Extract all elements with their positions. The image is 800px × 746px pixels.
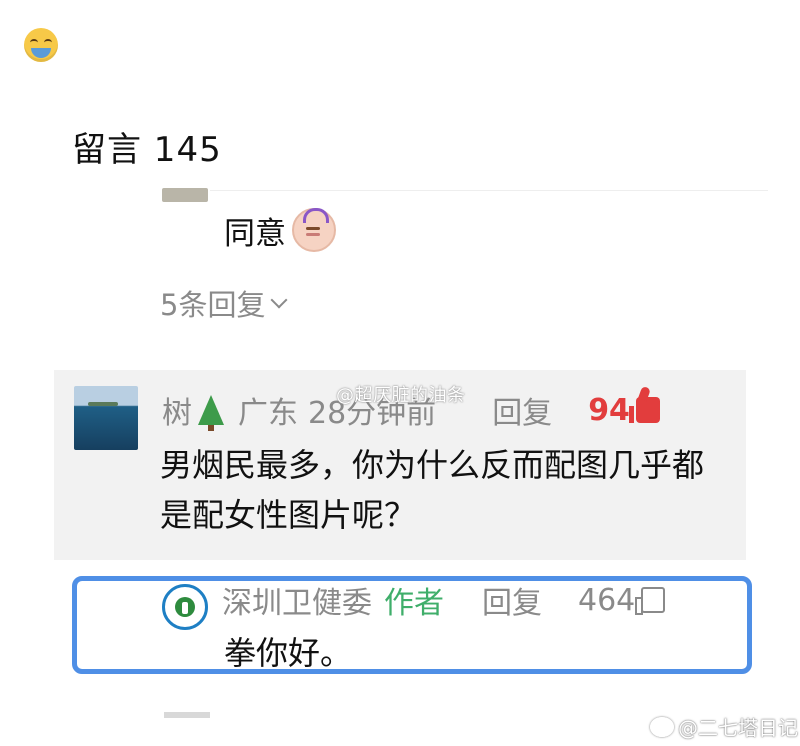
previous-comment: 同意 [224,208,336,252]
author-reply-text: 拳你好。 [224,634,353,672]
author-reply-meta: 深圳卫健委 作者 回复 464 [222,578,742,622]
chevron-down-icon [270,291,288,309]
comment-region: 广东 [238,396,298,431]
like-count: 464 [578,582,636,618]
avatar[interactable] [74,386,138,450]
reply-button[interactable]: 回复 [482,578,542,622]
author-badge: 作者 [384,586,444,621]
footer-watermark: @二七塔日记 [650,712,798,741]
thumbs-up-outline-icon[interactable] [635,587,666,615]
weibo-icon [650,716,674,737]
expand-replies-button[interactable]: 5条回复 [160,282,288,324]
next-avatar-strip [164,712,210,718]
previous-avatar-strip [162,188,208,202]
divider [210,190,768,191]
crying-face-emoji-icon [24,28,58,62]
author-logo-icon[interactable] [162,584,208,630]
watermark-overlay: @超厌脏的油条 [336,385,466,406]
author-username[interactable]: 深圳卫健委 [222,578,372,622]
like-count: 94 [588,392,630,428]
thumbs-up-filled-icon[interactable] [628,397,660,423]
hands-over-head-emoji-icon [292,208,336,252]
comment-text: 男烟民最多，你为什么反而配图几乎都是配女性图片呢？ [160,446,705,534]
footer-watermark-text: @二七塔日记 [678,716,798,740]
comments-count-title: 留言 145 [72,130,222,170]
replies-count-label: 5条回复 [160,288,266,322]
reply-button[interactable]: 回复 [492,388,552,432]
comment-username[interactable]: 树 [162,388,192,432]
previous-comment-text: 同意 [224,215,286,252]
tree-icon [198,395,224,431]
